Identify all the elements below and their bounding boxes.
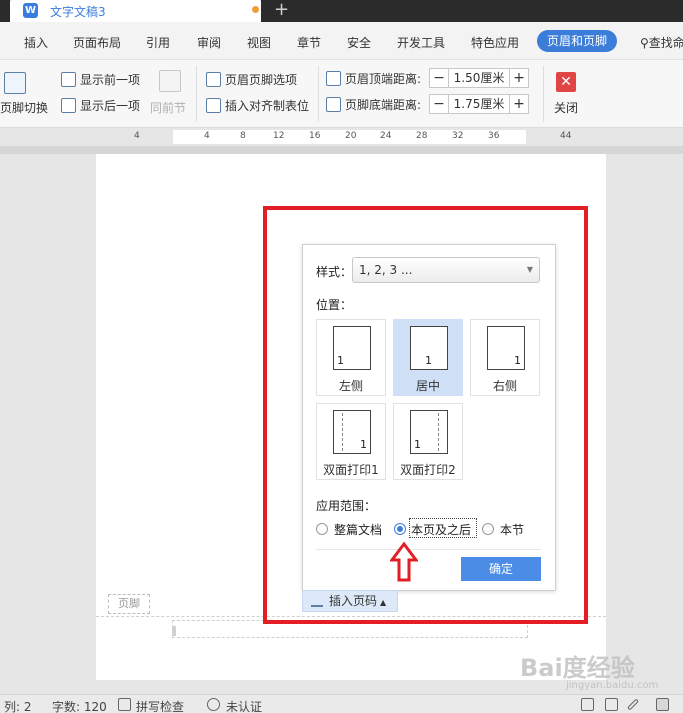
ruler-tick: 4 — [134, 131, 140, 141]
menu-references[interactable]: 引用 — [146, 34, 170, 51]
ruler-tick: 20 — [345, 131, 357, 141]
footer-distance-label: 页脚底端距离: — [326, 96, 421, 113]
header-distance-decrease[interactable]: − — [429, 68, 449, 88]
ruler-tick: 44 — [560, 131, 572, 141]
baidu-watermark-logo: Bai度经验 — [520, 654, 635, 682]
header-distance-input[interactable]: 1.50厘米 — [449, 68, 509, 88]
menu-header-footer[interactable]: 页眉和页脚 — [537, 30, 618, 52]
title-bar: W 文字文稿3 + — [0, 0, 683, 22]
new-tab-plus-icon[interactable]: + — [274, 0, 289, 21]
show-previous-label: 显示前一项 — [80, 73, 141, 87]
show-previous-button[interactable]: 显示前一项 — [61, 71, 140, 88]
toolbar-divider — [196, 66, 197, 122]
wps-writer-icon: W — [23, 3, 38, 18]
menu-view[interactable]: 视图 — [247, 34, 271, 51]
footer-distance-icon — [326, 97, 341, 112]
pen-icon[interactable] — [626, 698, 640, 711]
header-footer-switch-icon — [4, 72, 26, 94]
footer-distance-text: 页脚底端距离: — [345, 98, 422, 112]
toolbar-divider — [318, 66, 319, 122]
header-distance-increase[interactable]: + — [509, 68, 529, 88]
show-previous-icon — [61, 72, 76, 87]
ruler-tick: 4 — [204, 131, 210, 141]
close-header-footer-icon[interactable]: ✕ — [556, 72, 576, 92]
ruler-tick: 8 — [240, 131, 246, 141]
footer-distance-decrease[interactable]: − — [429, 94, 449, 114]
command-search[interactable]: ⚲查找命 — [640, 34, 683, 51]
annotation-up-arrow-icon — [390, 542, 418, 582]
ruler-shadow — [0, 146, 683, 154]
spell-check-icon — [118, 698, 131, 711]
ruler-tick: 36 — [488, 131, 500, 141]
same-as-previous-button[interactable]: 同前节 — [150, 99, 186, 116]
reading-view-icon[interactable] — [605, 698, 618, 711]
align-tab-icon — [206, 98, 221, 113]
menu-security[interactable]: 安全 — [347, 34, 371, 51]
spell-check-button[interactable]: 拼写检查 — [136, 698, 184, 713]
title-bar-left-edge — [0, 0, 10, 22]
menu-developer[interactable]: 开发工具 — [397, 34, 445, 51]
unsaved-dot-icon — [252, 6, 259, 13]
insert-align-tab-button[interactable]: 插入对齐制表位 — [206, 97, 309, 114]
menu-special[interactable]: 特色应用 — [471, 34, 519, 51]
text-cursor — [172, 626, 176, 636]
annotation-highlight-frame — [263, 206, 588, 624]
title-bar-empty-area — [261, 0, 683, 22]
command-search-label: 查找命 — [648, 36, 683, 50]
insert-align-tab-label: 插入对齐制表位 — [225, 99, 310, 113]
word-count[interactable]: 字数: 120 — [52, 698, 107, 713]
ruler-tick: 24 — [380, 131, 392, 141]
menu-insert[interactable]: 插入 — [24, 34, 48, 51]
header-footer-options-button[interactable]: 页眉页脚选项 — [206, 71, 297, 88]
status-bar: 列: 2 字数: 120 拼写检查 未认证 — [0, 694, 683, 713]
footer-distance-input[interactable]: 1.75厘米 — [449, 94, 509, 114]
menu-sections[interactable]: 章节 — [297, 34, 321, 51]
options-icon — [206, 72, 221, 87]
baidu-watermark-url: jingyan.baidu.com — [566, 680, 659, 691]
document-tab[interactable]: W 文字文稿3 — [10, 0, 261, 22]
header-distance-icon — [326, 71, 341, 86]
show-next-icon — [61, 98, 76, 113]
search-icon: ⚲ — [640, 36, 649, 50]
close-header-footer-button[interactable]: 关闭 — [554, 99, 578, 116]
toolbar-divider — [543, 66, 544, 122]
same-as-previous-icon — [159, 70, 181, 92]
column-indicator: 列: 2 — [4, 700, 32, 713]
ruler-tick: 28 — [416, 131, 428, 141]
show-next-button[interactable]: 显示后一项 — [61, 97, 140, 114]
ruler-tick: 16 — [309, 131, 321, 141]
shield-icon — [207, 698, 220, 711]
ruler-tick: 32 — [452, 131, 464, 141]
menu-bar: 插入 页面布局 引用 审阅 视图 章节 安全 开发工具 特色应用 页眉和页脚 ⚲… — [0, 22, 683, 60]
page-view-icon[interactable] — [656, 698, 669, 711]
header-footer-switch-button[interactable]: 页脚切换 — [0, 99, 48, 116]
footer-distance-increase[interactable]: + — [509, 94, 529, 114]
menu-page-layout[interactable]: 页面布局 — [73, 34, 121, 51]
footer-tag: 页脚 — [108, 594, 150, 614]
show-next-label: 显示后一项 — [80, 99, 141, 113]
fullscreen-icon[interactable] — [581, 698, 594, 711]
header-distance-label: 页眉顶端距离: — [326, 70, 421, 87]
header-distance-text: 页眉顶端距离: — [345, 72, 422, 86]
header-footer-options-label: 页眉页脚选项 — [225, 73, 298, 87]
ruler-tick: 12 — [273, 131, 285, 141]
auth-status[interactable]: 未认证 — [226, 698, 262, 713]
menu-review[interactable]: 审阅 — [197, 34, 221, 51]
document-tab-title: 文字文稿3 — [50, 5, 106, 19]
